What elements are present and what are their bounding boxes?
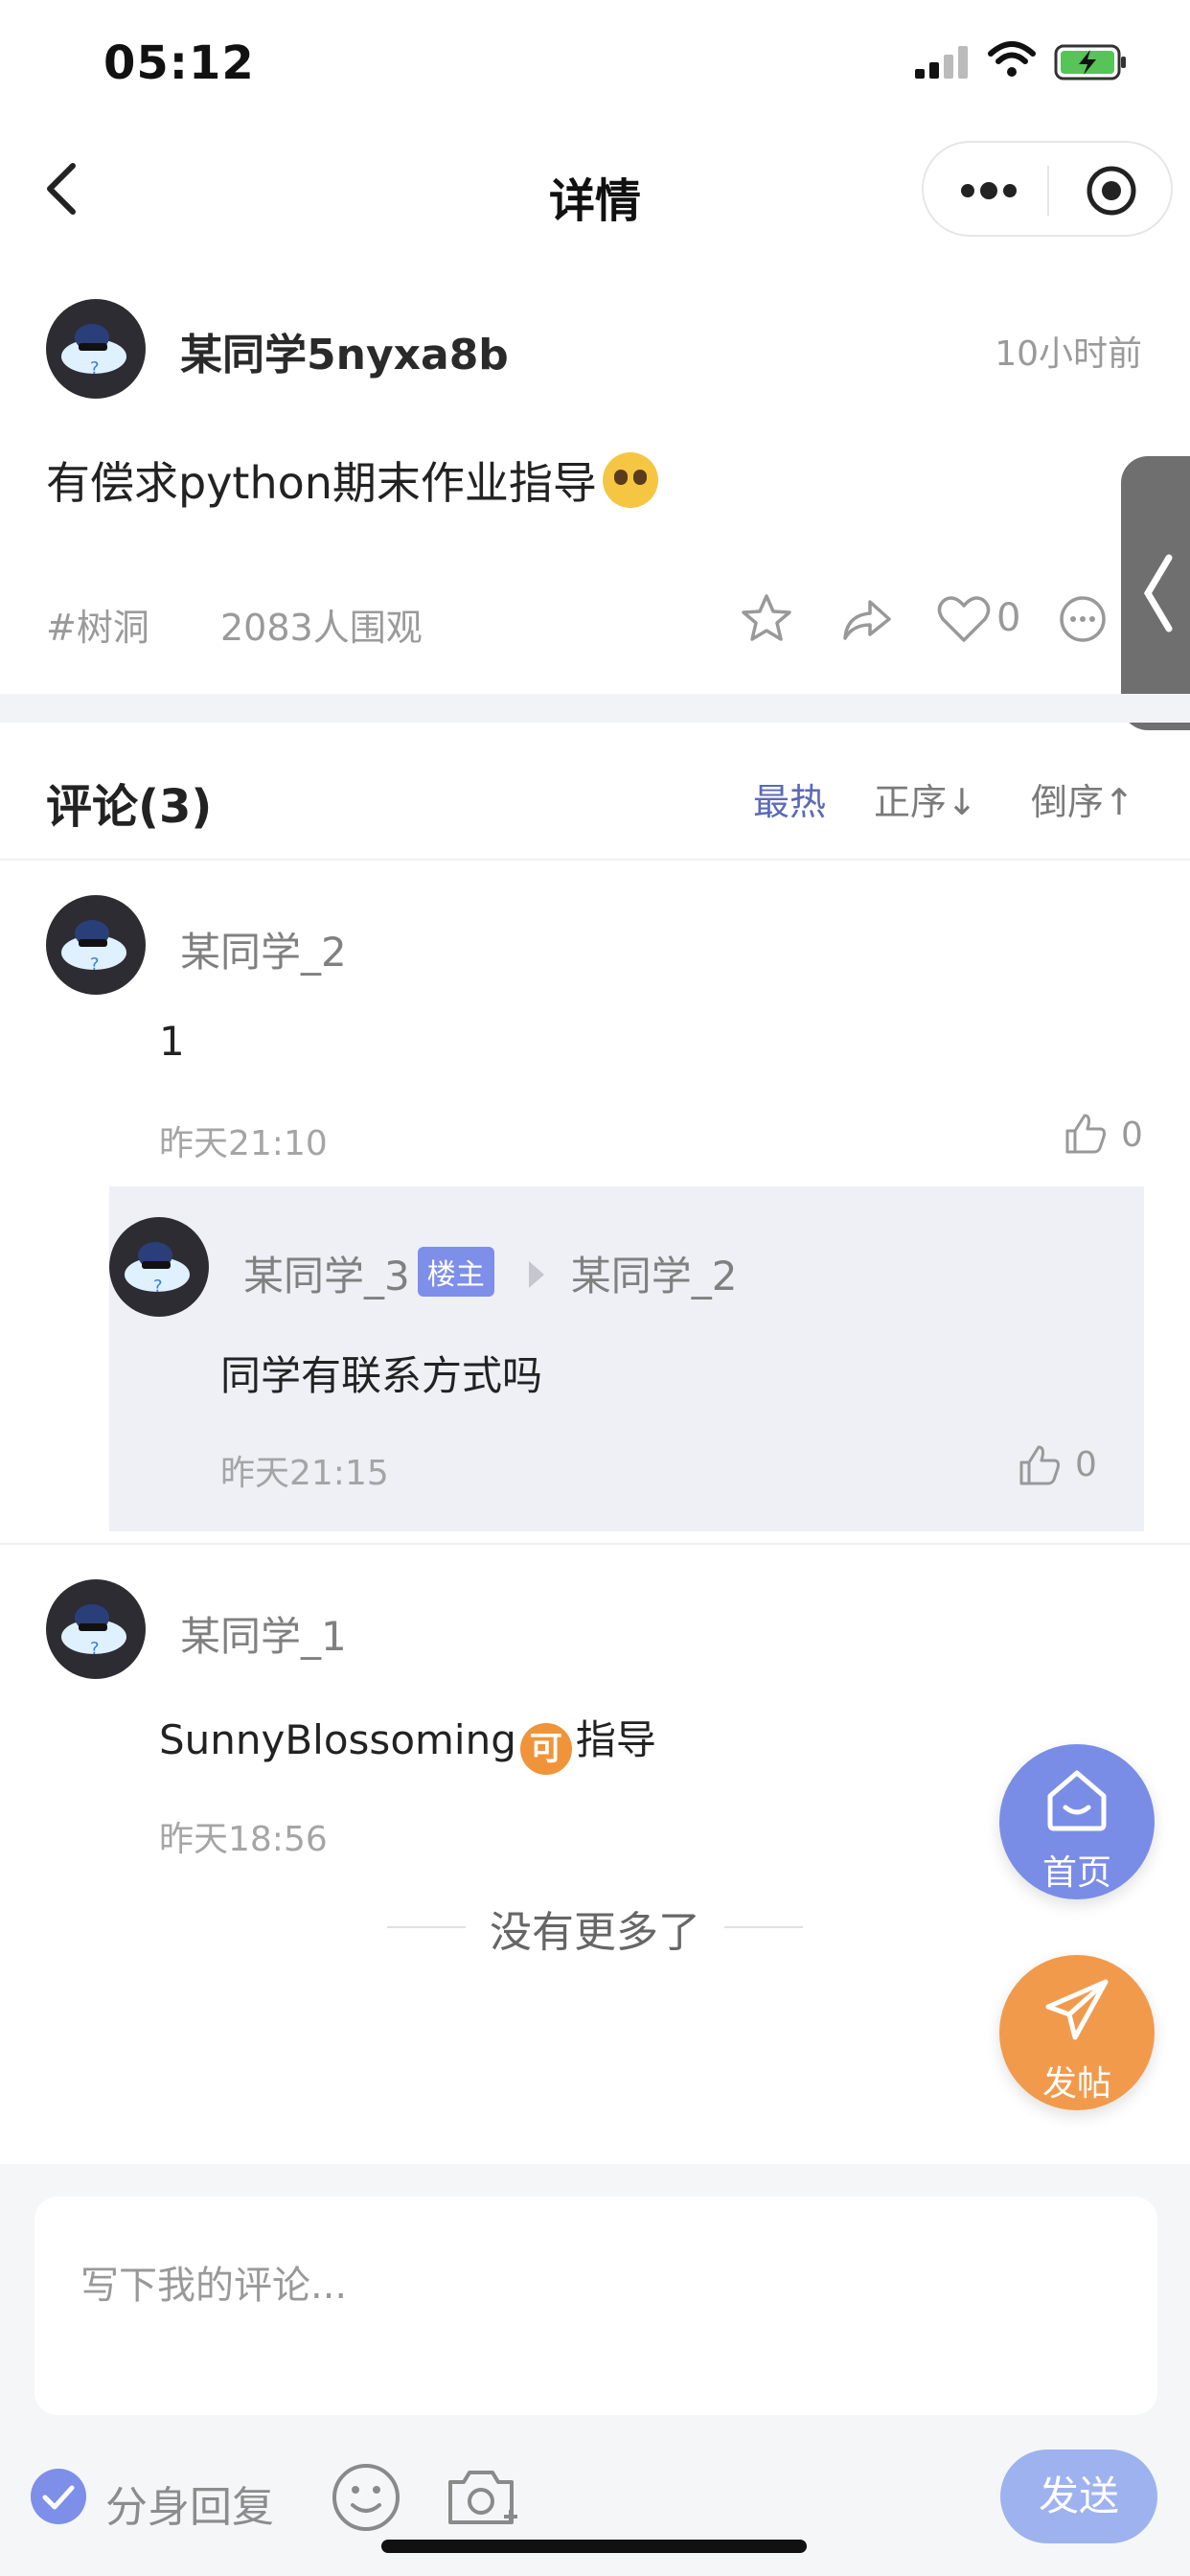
post-label: 发帖 [1041,2064,1111,2104]
comments-title: 评论(3) [46,780,213,834]
divider [0,1543,1190,1545]
reply-arrow-icon [528,1261,544,1288]
home-button[interactable]: 首页 [999,1744,1155,1899]
reply-time: 昨天21:15 [220,1454,389,1493]
divider [0,859,1190,861]
reply-avatar[interactable]: ? [109,1217,209,1317]
no-more-text: 没有更多了 [490,1908,700,1957]
more-dots-icon[interactable] [958,177,1019,204]
ke-emoji-icon: 可 [519,1723,572,1775]
home-label: 首页 [1041,1853,1111,1893]
reply-to-user[interactable]: 某同学_2 [571,1253,738,1300]
side-drawer-tab[interactable] [1121,456,1190,730]
home-icon [1047,1770,1107,1831]
avatar-icon: ? [61,920,126,975]
comment-text-before: SunnyBlossoming [159,1716,516,1763]
emoji-icon[interactable] [330,2461,402,2534]
reply-author[interactable]: 某同学_3 [243,1253,410,1300]
send-button[interactable]: 发送 [1000,2450,1157,2543]
sort-desc-button[interactable]: 倒序↑ [1031,772,1134,825]
paper-plane-icon [1045,1979,1109,2040]
thumbs-up-icon[interactable] [1018,1443,1062,1487]
status-time: 05:12 [103,36,255,90]
comment-time: 昨天21:10 [159,1124,328,1163]
post-text: 有偿求python期末作业指导 [46,457,597,509]
reply-like-count: 0 [1075,1445,1097,1484]
avatar-icon: ? [61,324,126,379]
comment-author[interactable]: 某同学_2 [180,920,347,978]
alias-reply-checkbox[interactable] [31,2469,86,2524]
comment-input[interactable]: 写下我的评论... [34,2196,1157,2415]
alias-reply-label[interactable]: 分身回复 [105,2472,274,2534]
comment-input-placeholder: 写下我的评论... [80,2264,348,2308]
close-target-icon[interactable] [1085,164,1138,218]
signal-icon [915,46,968,79]
comment-time: 昨天18:56 [159,1820,328,1859]
avatar-icon: ? [61,1604,126,1659]
star-icon[interactable] [738,590,795,648]
new-post-button[interactable]: 发帖 [999,1955,1155,2110]
sort-asc-button[interactable]: 正序↓ [874,772,977,825]
wifi-icon [988,41,1036,77]
svg-text:?: ? [90,358,100,379]
comment-avatar[interactable]: ? [46,895,146,995]
comment-text-after: 指导 [575,1716,656,1763]
reply-header: 某同学_3 楼主 某同学_2 [243,1244,737,1302]
post-time: 10小时前 [995,334,1142,374]
reply-text: 同学有联系方式吗 [220,1352,543,1399]
comment-text: 1 [159,1018,185,1065]
checkmark-icon [42,2485,75,2510]
op-badge: 楼主 [417,1247,494,1297]
camera-icon[interactable] [443,2459,519,2536]
comment-like-count: 0 [1121,1116,1143,1155]
battery-icon [1054,44,1126,80]
mini-program-capsule [922,141,1173,237]
share-icon[interactable] [837,590,895,648]
post-tag[interactable]: #树洞 [46,598,149,651]
post-like-count: 0 [996,596,1021,640]
comment-text: SunnyBlossoming 可指导 [159,1708,656,1775]
post-author-name[interactable]: 某同学5nyxa8b [180,320,509,381]
thumbs-up-icon[interactable] [1064,1112,1108,1156]
comment-author[interactable]: 某同学_1 [180,1604,347,1663]
post-author-avatar[interactable]: ? [46,299,146,399]
svg-text:?: ? [153,1276,163,1297]
pleading-face-emoji-icon [602,452,658,508]
chevron-left-icon [1143,554,1173,632]
home-indicator [381,2540,807,2553]
section-gap [0,694,1190,723]
post-content: 有偿求python期末作业指导 [46,448,658,512]
more-circle-icon[interactable] [1054,590,1111,648]
svg-text:?: ? [90,1639,100,1659]
svg-text:?: ? [90,954,100,975]
avatar-icon: ? [125,1242,190,1297]
heart-icon[interactable] [935,590,993,648]
view-count: 2083人围观 [220,607,423,649]
capsule-divider [1047,166,1049,216]
comment-avatar[interactable]: ? [46,1579,146,1679]
sort-hot-button[interactable]: 最热 [753,772,826,825]
